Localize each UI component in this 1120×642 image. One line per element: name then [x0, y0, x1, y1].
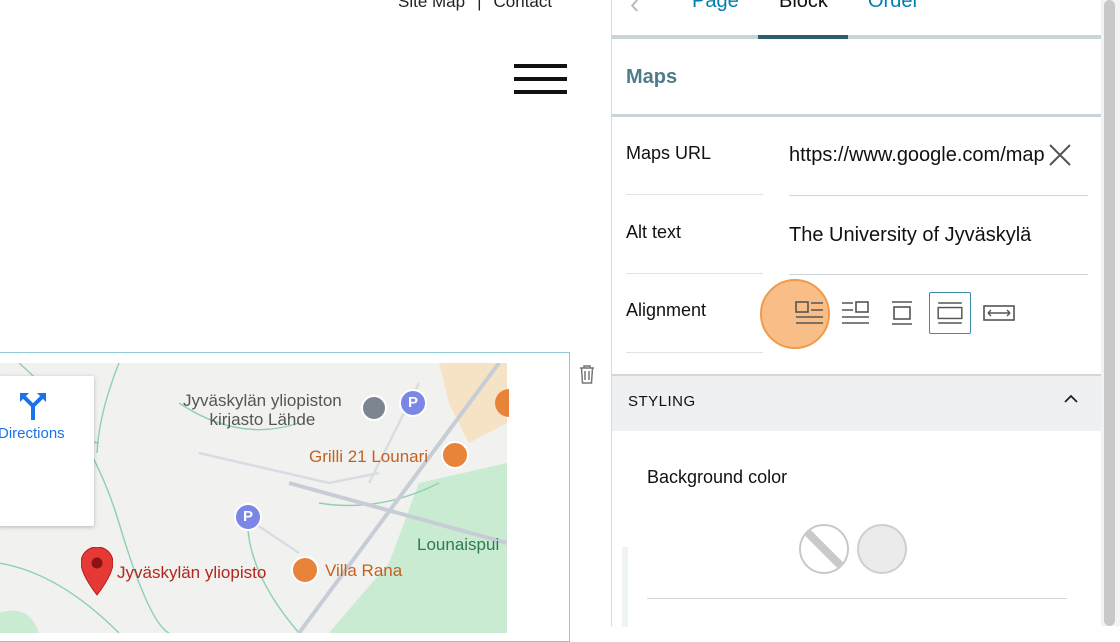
- align-right-icon[interactable]: [834, 292, 876, 334]
- panel-title: Maps: [626, 66, 678, 88]
- alt-text-label: Alt text: [626, 222, 682, 242]
- alt-text-input[interactable]: The University of Jyväskylä: [789, 224, 1089, 247]
- block-settings-sidebar: ‹ Page Block Order Maps Maps URL https:/…: [611, 0, 1102, 627]
- styling-section-header[interactable]: STYLING: [612, 376, 1102, 431]
- align-full-icon[interactable]: [929, 292, 971, 334]
- map-label-library[interactable]: Jyväskylän yliopiston kirjasto Lähde: [183, 391, 342, 429]
- maps-url-label: Maps URL: [626, 143, 712, 163]
- chevron-up-icon[interactable]: [1064, 394, 1078, 404]
- tabs-underline: [612, 35, 1102, 39]
- top-nav: Site Map | Contact: [398, 0, 552, 12]
- back-arrow-icon[interactable]: ‹: [630, 0, 639, 20]
- site-map-link[interactable]: Site Map: [398, 0, 465, 11]
- parking-icon[interactable]: P: [399, 389, 427, 417]
- field-divider: [626, 194, 763, 195]
- active-tab-indicator: [758, 35, 848, 39]
- map-label-villa-rana[interactable]: Villa Rana: [325, 561, 402, 581]
- field-divider: [789, 195, 1088, 196]
- clear-icon[interactable]: [1048, 143, 1072, 167]
- grey-color-swatch[interactable]: [857, 524, 907, 574]
- map-label-grilli[interactable]: Grilli 21 Lounari: [309, 447, 428, 467]
- library-icon[interactable]: [361, 395, 387, 421]
- directions-icon: [20, 393, 46, 420]
- sidebar-tabs: ‹ Page Block Order: [612, 0, 1102, 40]
- tab-page[interactable]: Page: [692, 0, 739, 13]
- library-name-line2: kirjasto Lähde: [209, 410, 316, 429]
- styling-header-label: STYLING: [628, 393, 696, 410]
- nav-separator: |: [477, 0, 482, 11]
- directions-card[interactable]: Directions: [0, 376, 94, 526]
- styling-divider: [647, 598, 1067, 599]
- no-color-icon: [802, 527, 846, 571]
- library-name-line1: Jyväskylän yliopiston: [183, 391, 342, 410]
- field-divider: [789, 274, 1088, 275]
- parking-icon[interactable]: P: [234, 503, 262, 531]
- align-wide-icon[interactable]: [978, 292, 1020, 334]
- title-divider: [612, 114, 1102, 117]
- background-color-label: Background color: [647, 467, 788, 487]
- map-pin-icon[interactable]: [81, 547, 113, 597]
- alignment-label: Alignment: [626, 300, 707, 320]
- field-divider: [626, 352, 763, 353]
- restaurant-icon[interactable]: [441, 441, 469, 469]
- scrollbar[interactable]: [1101, 0, 1120, 626]
- contact-link[interactable]: Contact: [494, 0, 553, 11]
- tab-block[interactable]: Block: [779, 0, 828, 13]
- map-label-lounaispuisto[interactable]: Lounaispui: [417, 535, 499, 555]
- scroll-rail: [622, 547, 628, 627]
- trash-icon[interactable]: [578, 364, 596, 384]
- tab-order[interactable]: Order: [868, 0, 919, 13]
- no-color-swatch[interactable]: [799, 524, 849, 574]
- align-left-icon[interactable]: [788, 292, 830, 334]
- field-divider: [626, 273, 763, 274]
- maps-url-input[interactable]: https://www.google.com/maps: [789, 144, 1045, 167]
- directions-label[interactable]: Directions: [0, 425, 65, 442]
- align-center-icon[interactable]: [881, 292, 923, 334]
- hamburger-menu-icon[interactable]: [514, 64, 568, 96]
- restaurant-icon[interactable]: [291, 556, 319, 584]
- scrollbar-thumb[interactable]: [1104, 0, 1115, 626]
- map-label-university[interactable]: Jyväskylän yliopisto: [117, 563, 266, 583]
